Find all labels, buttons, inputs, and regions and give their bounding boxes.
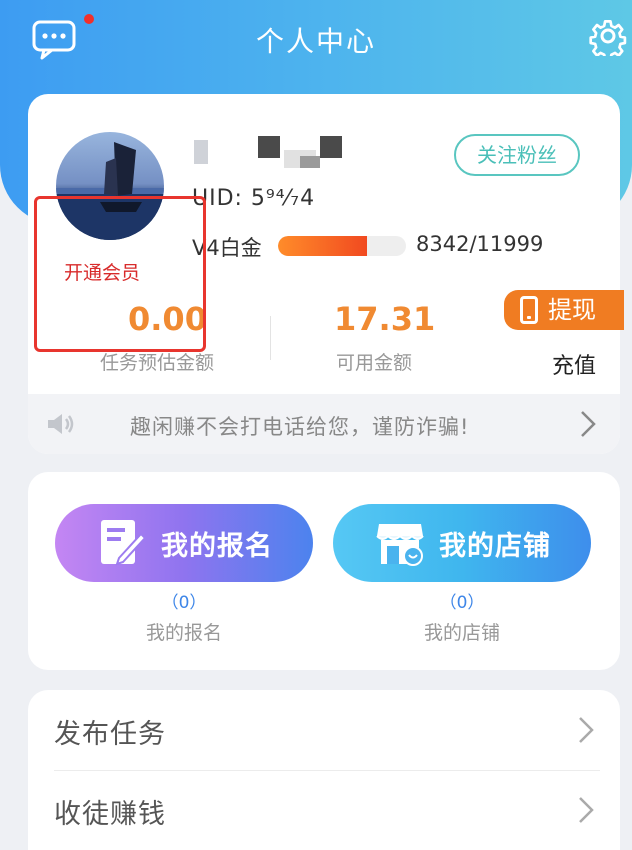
level-progress-text: 8342/11999 <box>416 232 544 256</box>
menu-item-label: 发布任务 <box>54 719 166 750</box>
phone-icon <box>520 296 538 324</box>
follow-fans-button[interactable]: 关注粉丝 <box>454 134 580 176</box>
signup-label: 我的报名 <box>145 622 222 644</box>
speaker-icon <box>46 412 78 436</box>
nickname-redacted <box>194 136 394 168</box>
level-progress-bar <box>278 236 406 256</box>
storefront-icon <box>375 518 425 568</box>
level-progress-fill <box>278 236 367 256</box>
user-id: UID: 5⁹⁴⁄₇4 <box>192 186 316 211</box>
stat-divider <box>270 316 271 360</box>
actions-card: 我的报名 （0） 我的报名 我的店铺 （0） 我的店铺 <box>28 472 620 670</box>
my-shop-button-label: 我的店铺 <box>439 531 551 562</box>
chevron-right-icon <box>578 716 594 744</box>
notice-text: 趣闲赚不会打电话给您，谨防诈骗! <box>130 415 470 439</box>
withdraw-button[interactable]: 提现 <box>504 290 624 330</box>
menu-item-recruit-apprentice[interactable]: 收徒赚钱 <box>54 770 600 850</box>
signup-count: （0） <box>161 593 207 613</box>
my-signup-button[interactable]: 我的报名 <box>55 504 313 582</box>
gear-icon[interactable] <box>588 16 628 61</box>
chevron-right-icon <box>580 410 596 438</box>
chevron-right-icon <box>578 796 594 824</box>
membership-highlight-box <box>34 196 206 352</box>
menu-card: 发布任务 收徒赚钱 <box>28 690 620 850</box>
shop-count: （0） <box>439 593 485 613</box>
my-signup-button-label: 我的报名 <box>161 531 273 562</box>
notice-bar[interactable]: 趣闲赚不会打电话给您，谨防诈骗! <box>28 394 620 454</box>
profile-card: UID: 5⁹⁴⁄₇4 关注粉丝 V4白金 8342/11999 开通会员 0.… <box>28 94 624 454</box>
page-title: 个人中心 <box>255 25 376 58</box>
form-edit-icon <box>97 518 147 568</box>
estimated-amount-label: 任务预估金额 <box>100 352 215 374</box>
menu-item-label: 收徒赚钱 <box>54 799 166 830</box>
available-amount-value: 17.31 <box>334 300 436 338</box>
top-bar: 个人中心 <box>0 0 632 80</box>
available-amount-label: 可用金额 <box>336 352 413 374</box>
shop-label: 我的店铺 <box>423 622 500 644</box>
withdraw-label: 提现 <box>548 296 596 324</box>
my-shop-button[interactable]: 我的店铺 <box>333 504 591 582</box>
menu-item-publish-task[interactable]: 发布任务 <box>54 690 600 770</box>
recharge-link[interactable]: 充值 <box>552 348 596 380</box>
